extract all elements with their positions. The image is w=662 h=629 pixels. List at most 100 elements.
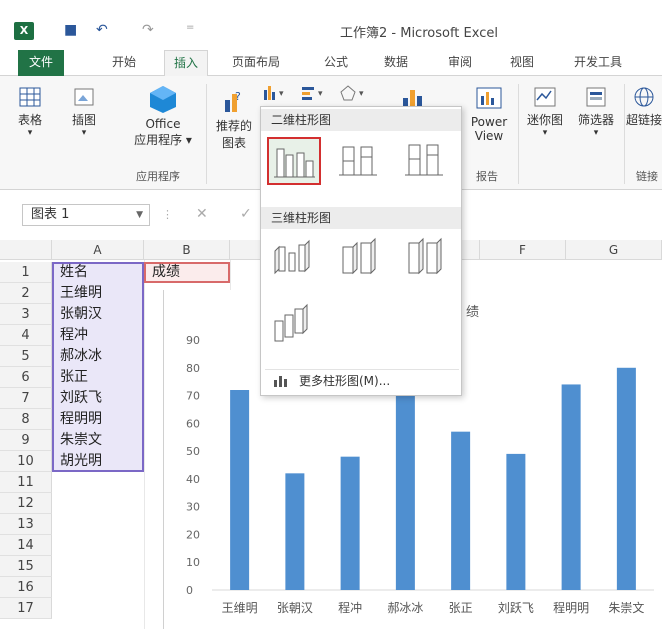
row-header[interactable]: 16 xyxy=(0,577,52,598)
cell-a5[interactable]: 郝冰冰 xyxy=(54,346,102,367)
row-header[interactable]: 3 xyxy=(0,304,52,325)
cell-a1[interactable]: 姓名 xyxy=(54,262,88,283)
cancel-formula-icon[interactable]: ✕ xyxy=(196,206,208,222)
3d-clustered-column-icon xyxy=(274,239,310,275)
column-header-f[interactable]: F xyxy=(480,240,566,260)
table-icon xyxy=(19,87,41,107)
row-header[interactable]: 14 xyxy=(0,535,52,556)
svg-text:▾: ▾ xyxy=(359,89,364,99)
3d-stacked-column-option[interactable] xyxy=(333,235,387,283)
bar[interactable] xyxy=(616,367,636,590)
recommended-label-2: 图表 xyxy=(221,136,246,150)
y-tick-label: 50 xyxy=(186,445,200,458)
bar[interactable] xyxy=(285,473,305,590)
row-header[interactable]: 15 xyxy=(0,556,52,577)
stacked-column-option[interactable] xyxy=(333,137,387,185)
row-header[interactable]: 7 xyxy=(0,388,52,409)
recommended-chart-icon: ? xyxy=(225,90,241,112)
undo-icon[interactable]: ↶ xyxy=(96,22,108,38)
table-label: 表格 xyxy=(17,113,42,127)
y-tick-label: 30 xyxy=(186,501,200,514)
tab-page-layout[interactable]: 页面布局 xyxy=(226,50,286,76)
confirm-formula-icon[interactable]: ✓ xyxy=(240,206,252,222)
select-all-corner[interactable] xyxy=(0,240,52,260)
cell-a6[interactable]: 张正 xyxy=(54,367,88,388)
tab-file[interactable]: 文件 xyxy=(18,50,64,76)
3d-clustered-column-option[interactable] xyxy=(267,235,321,283)
illustrations-dropdown-icon: ▾ xyxy=(81,128,87,138)
tab-home[interactable]: 开始 xyxy=(106,50,142,76)
row-header[interactable]: 5 xyxy=(0,346,52,367)
redo-icon[interactable]: ↷ xyxy=(142,22,154,38)
bar-chart-dropdown-button[interactable]: ▾ xyxy=(300,84,334,104)
bar[interactable] xyxy=(451,431,471,590)
y-tick-label: 40 xyxy=(186,473,200,486)
cell-b1[interactable]: 成绩 xyxy=(146,262,180,283)
row-header[interactable]: 13 xyxy=(0,514,52,535)
clustered-column-option[interactable] xyxy=(267,137,321,185)
column-header-a[interactable]: A xyxy=(52,240,144,260)
row-header[interactable]: 11 xyxy=(0,472,52,493)
more-column-charts-link[interactable]: 更多柱形图(M)... xyxy=(265,369,459,391)
bar[interactable] xyxy=(506,453,526,590)
filters-button[interactable]: 筛选器 ▾ xyxy=(572,86,620,138)
row-header[interactable]: 1 xyxy=(0,262,52,283)
power-view-icon xyxy=(476,87,502,109)
3d-column-icon xyxy=(274,303,308,342)
bar[interactable] xyxy=(395,387,415,590)
table-button[interactable]: 表格 ▾ xyxy=(10,86,50,138)
bar[interactable] xyxy=(230,390,250,590)
chart-title-fragment[interactable]: 绩 xyxy=(466,305,479,320)
tab-data[interactable]: 数据 xyxy=(378,50,414,76)
tab-review[interactable]: 审阅 xyxy=(442,50,478,76)
row-header[interactable]: 8 xyxy=(0,409,52,430)
row-header[interactable]: 4 xyxy=(0,325,52,346)
name-box[interactable]: 图表 1 ▼ xyxy=(22,204,150,226)
cell-a9[interactable]: 朱崇文 xyxy=(54,430,102,451)
row-header[interactable]: 17 xyxy=(0,598,52,619)
filters-dropdown-icon: ▾ xyxy=(593,128,599,138)
illustrations-button[interactable]: 插图 ▾ xyxy=(64,86,104,138)
cell-a2[interactable]: 王维明 xyxy=(54,283,102,304)
hyperlink-button[interactable]: 超链接 xyxy=(626,86,662,128)
bar[interactable] xyxy=(340,456,360,590)
3d-stacked-column-icon xyxy=(342,237,376,275)
globe-link-icon xyxy=(634,87,654,107)
customize-quick-access-icon[interactable]: = xyxy=(186,22,194,33)
x-tick-label: 张朝汉 xyxy=(277,601,313,615)
tab-developer[interactable]: 开发工具 xyxy=(566,50,630,76)
more-column-charts-label: 更多柱形图(M)... xyxy=(299,374,391,388)
cell-a8[interactable]: 程明明 xyxy=(54,409,102,430)
cell-a7[interactable]: 刘跃飞 xyxy=(54,388,102,409)
office-apps-button[interactable]: Office 应用程序 ▾ xyxy=(126,84,200,148)
row-header[interactable]: 9 xyxy=(0,430,52,451)
recommended-charts-button[interactable]: ? 推荐的 图表 xyxy=(212,88,256,151)
bar[interactable] xyxy=(561,384,581,590)
column-header-b[interactable]: B xyxy=(144,240,230,260)
radar-chart-dropdown-button[interactable]: ▾ xyxy=(338,84,374,104)
name-box-dropdown-icon[interactable]: ▼ xyxy=(136,205,143,225)
sparklines-button[interactable]: 迷你图 ▾ xyxy=(522,86,568,138)
cell-a3[interactable]: 张朝汉 xyxy=(54,304,102,325)
cell-a10[interactable]: 胡光明 xyxy=(54,451,102,472)
power-view-button[interactable]: Power View xyxy=(464,86,514,143)
tab-insert[interactable]: 插入 xyxy=(164,50,208,76)
ribbon-tabs: 文件 开始 插入 页面布局 公式 数据 审阅 视图 开发工具 xyxy=(0,50,662,76)
row-header[interactable]: 2 xyxy=(0,283,52,304)
3d-percent-stacked-column-option[interactable] xyxy=(399,235,453,283)
save-icon[interactable]: ■ xyxy=(64,22,77,38)
row-header[interactable]: 6 xyxy=(0,367,52,388)
cell-a4[interactable]: 程冲 xyxy=(54,325,88,346)
tab-view[interactable]: 视图 xyxy=(504,50,540,76)
x-tick-label: 程明明 xyxy=(553,600,589,615)
column-chart-dropdown-button[interactable]: ▾ xyxy=(262,84,298,104)
percent-stacked-column-option[interactable] xyxy=(399,137,453,185)
3d-column-option[interactable] xyxy=(267,301,321,349)
tab-formulas[interactable]: 公式 xyxy=(318,50,354,76)
row-header[interactable]: 12 xyxy=(0,493,52,514)
radar-chart-icon: ▾ xyxy=(340,85,364,101)
table-dropdown-icon: ▾ xyxy=(27,128,33,138)
column-header-g[interactable]: G xyxy=(566,240,662,260)
hyperlink-label: 超链接 xyxy=(626,113,662,127)
row-header[interactable]: 10 xyxy=(0,451,52,472)
